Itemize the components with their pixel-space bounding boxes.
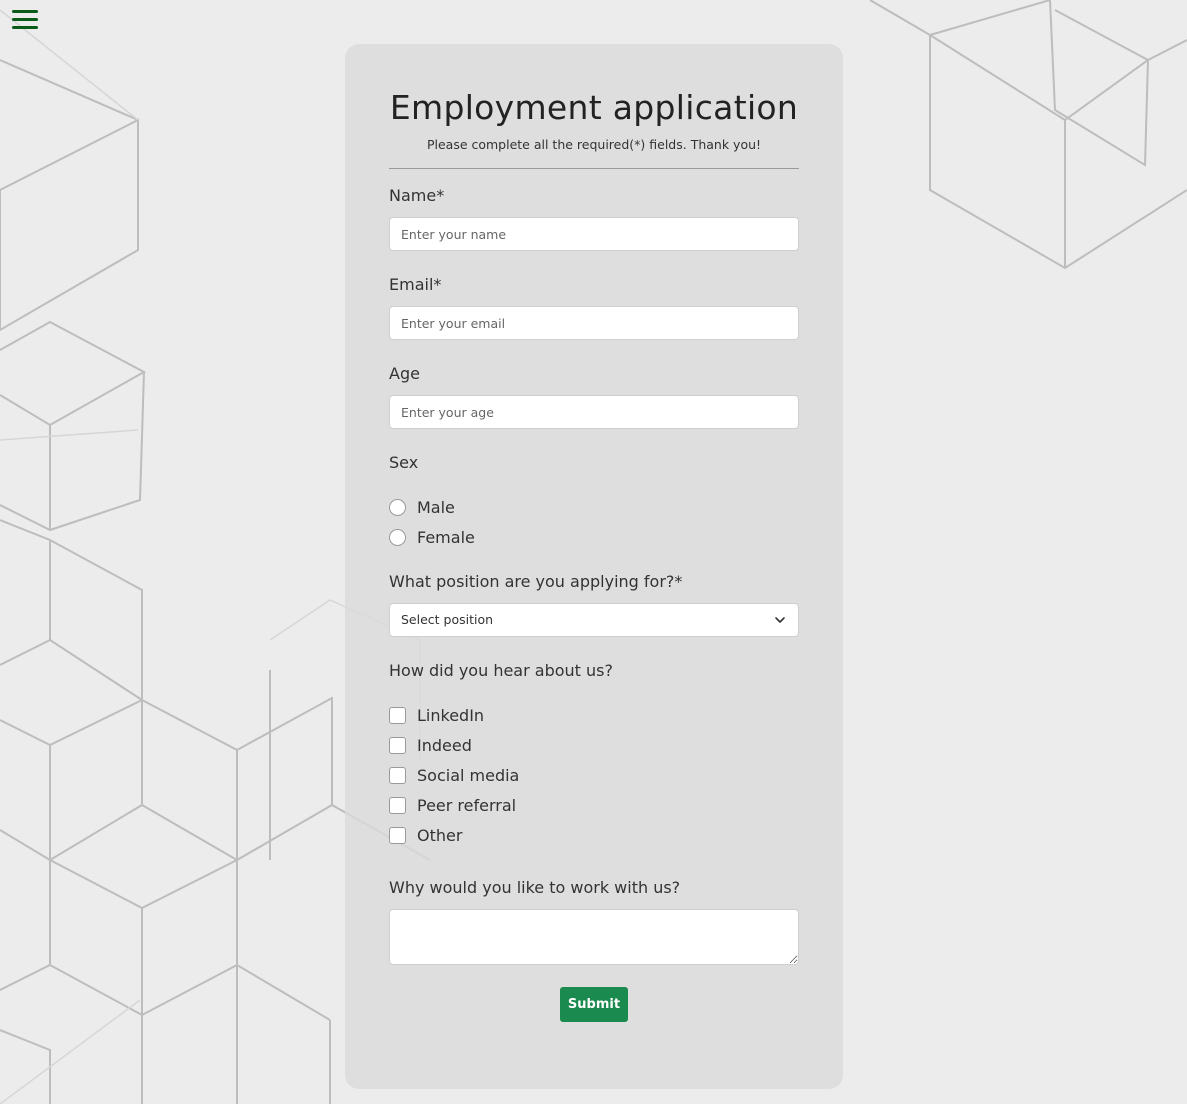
- application-form-card: Employment application Please complete a…: [345, 44, 843, 1089]
- form-title: Employment application: [389, 88, 799, 127]
- male-label: Male: [417, 497, 455, 517]
- position-select[interactable]: Select position: [389, 603, 799, 637]
- reason-label: Why would you like to work with us?: [389, 878, 681, 897]
- sex-options: Male Female: [389, 492, 799, 552]
- source-option-indeed[interactable]: Indeed: [389, 730, 799, 760]
- female-radio[interactable]: [389, 528, 406, 546]
- source-option-social-media[interactable]: Social media: [389, 760, 799, 790]
- title-divider: [389, 168, 799, 169]
- position-label: What position are you applying for?*: [389, 572, 683, 591]
- source-label: How did you hear about us?: [389, 661, 613, 680]
- email-input[interactable]: [389, 306, 799, 340]
- sex-option-male[interactable]: Male: [389, 492, 799, 522]
- source-option-peer-referral[interactable]: Peer referral: [389, 790, 799, 820]
- social-media-label: Social media: [417, 765, 520, 785]
- other-checkbox[interactable]: [389, 826, 406, 844]
- hamburger-menu-icon[interactable]: [12, 10, 38, 32]
- peer-referral-label: Peer referral: [417, 795, 517, 815]
- male-radio[interactable]: [389, 498, 406, 516]
- reason-textarea[interactable]: [389, 909, 799, 965]
- sex-label: Sex: [389, 453, 419, 472]
- indeed-label: Indeed: [417, 735, 472, 755]
- age-input[interactable]: [389, 395, 799, 429]
- source-options: LinkedIn Indeed Social media Peer referr…: [389, 700, 799, 850]
- submit-button[interactable]: Submit: [560, 987, 628, 1022]
- position-selected-value: Select position: [401, 612, 494, 627]
- source-option-other[interactable]: Other: [389, 820, 799, 850]
- peer-referral-checkbox[interactable]: [389, 796, 406, 814]
- name-input[interactable]: [389, 217, 799, 251]
- chevron-down-icon: [775, 617, 785, 623]
- linkedin-label: LinkedIn: [417, 705, 485, 725]
- form-subtitle: Please complete all the required(*) fiel…: [426, 137, 762, 152]
- social-media-checkbox[interactable]: [389, 766, 406, 784]
- name-label: Name*: [389, 186, 445, 205]
- other-label: Other: [417, 825, 463, 845]
- source-option-linkedin[interactable]: LinkedIn: [389, 700, 799, 730]
- indeed-checkbox[interactable]: [389, 736, 406, 754]
- sex-option-female[interactable]: Female: [389, 522, 799, 552]
- female-label: Female: [417, 527, 475, 547]
- linkedin-checkbox[interactable]: [389, 706, 406, 724]
- age-label: Age: [389, 364, 420, 383]
- email-label: Email*: [389, 275, 442, 294]
